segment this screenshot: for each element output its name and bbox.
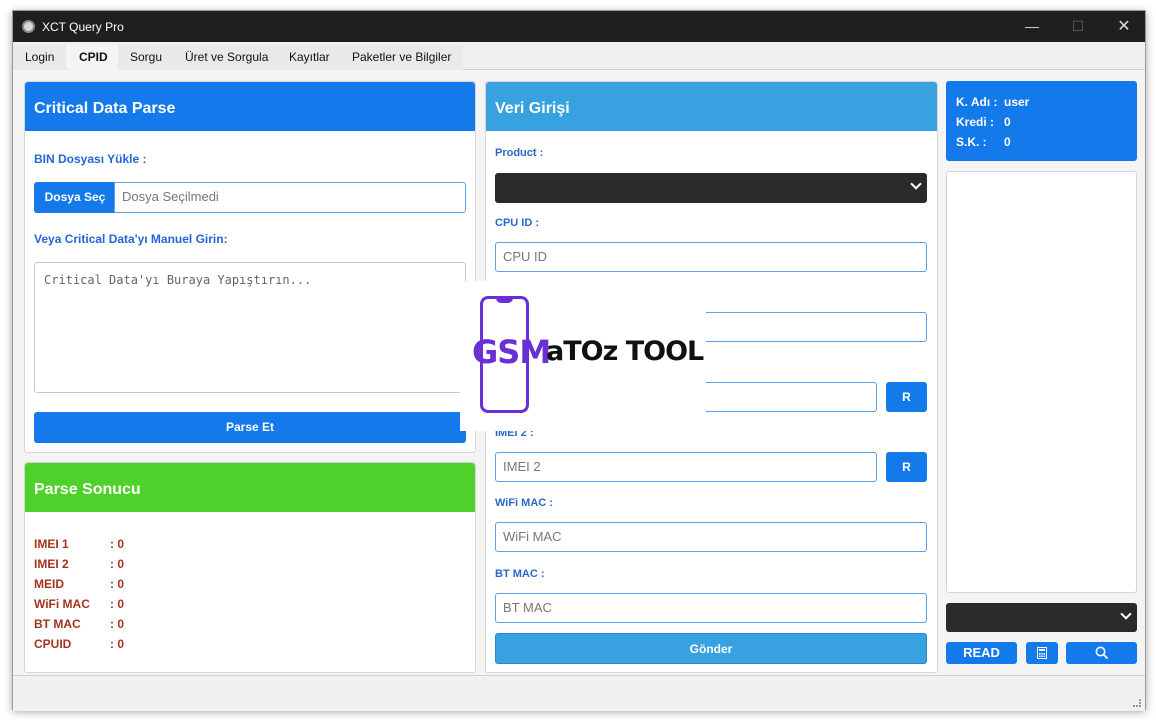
result-row-meid: MEID : 0 xyxy=(34,577,124,591)
wifi-mac-label: WiFi MAC : xyxy=(495,497,553,509)
result-key: BT MAC xyxy=(34,617,81,631)
parse-result-panel: Parse Sonucu IMEI 1 : 0 IMEI 2 : 0 MEID : 0… xyxy=(24,462,476,673)
wifi-mac-input[interactable]: WiFi MAC xyxy=(495,522,927,552)
bin-file-label: BIN Dosyası Yükle : xyxy=(34,152,147,166)
result-value: : 0 xyxy=(110,577,125,591)
regenerate-button-2[interactable]: R xyxy=(886,452,927,482)
watermark-logo: GSM aTOz TOOL xyxy=(460,281,706,431)
result-row-bt-mac: BT MAC : 0 xyxy=(34,617,124,631)
result-row-wifi-mac: WiFi MAC : 0 xyxy=(34,597,124,611)
result-value: : 0 xyxy=(110,637,125,651)
imei2-input[interactable]: IMEI 2 xyxy=(495,452,877,482)
calculator-button[interactable] xyxy=(1026,642,1058,664)
bt-mac-label: BT MAC : xyxy=(495,568,545,580)
maximize-button[interactable]: ☐ xyxy=(1055,11,1101,42)
phone-notch xyxy=(496,297,513,303)
tab-uret-ve-sorgula[interactable]: Üret ve Sorgula xyxy=(173,45,281,70)
search-button[interactable] xyxy=(1066,642,1137,664)
tab-sorgu[interactable]: Sorgu xyxy=(118,45,175,70)
app-icon xyxy=(22,20,35,33)
bt-mac-input[interactable]: BT MAC xyxy=(495,593,927,623)
window-title: XCT Query Pro xyxy=(42,20,124,34)
result-key: MEID xyxy=(34,577,64,591)
send-button[interactable]: Gönder xyxy=(495,633,927,664)
critical-data-panel: Critical Data Parse BIN Dosyası Yükle : … xyxy=(24,81,476,453)
sk-key: S.K. : xyxy=(956,135,987,149)
result-value: : 0 xyxy=(110,617,125,631)
result-key: WiFi MAC xyxy=(34,597,90,611)
watermark-tool-text: aTOz TOOL xyxy=(546,336,704,367)
status-bar xyxy=(13,675,1145,711)
file-name-field[interactable]: Dosya Seçilmedi xyxy=(114,182,466,213)
watermark-gsm-text: GSM xyxy=(472,333,551,371)
critical-data-textarea[interactable]: Critical Data'yı Buraya Yapıştırın... xyxy=(34,262,466,393)
result-key: IMEI 2 xyxy=(34,557,69,571)
regenerate-button-1[interactable]: R xyxy=(886,382,927,412)
product-select[interactable] xyxy=(495,173,927,203)
calculator-icon xyxy=(1037,647,1047,659)
cpu-id-label: CPU ID : xyxy=(495,217,539,229)
credit-key: Kredi : xyxy=(956,115,995,129)
user-info-box: K. Adı : user Kredi : 0 S.K. : 0 xyxy=(946,81,1137,161)
cpu-id-input[interactable]: CPU ID xyxy=(495,242,927,272)
result-row-imei1: IMEI 1 : 0 xyxy=(34,537,124,551)
result-value: : 0 xyxy=(110,537,125,551)
tab-paketler-ve-bilgiler[interactable]: Paketler ve Bilgiler xyxy=(340,45,464,70)
manual-input-label: Veya Critical Data'yı Manuel Girin: xyxy=(34,232,228,246)
chevron-down-icon xyxy=(1120,608,1132,620)
username-key: K. Adı : xyxy=(956,95,998,109)
credit-value: 0 xyxy=(1004,115,1011,129)
tab-bar: Login CPID Sorgu Üret ve Sorgula Kayıtla… xyxy=(13,42,1145,70)
result-row-cpuid: CPUID : 0 xyxy=(34,637,124,651)
parse-button[interactable]: Parse Et xyxy=(34,412,466,443)
minimize-button[interactable]: — xyxy=(1009,11,1055,42)
username-value: user xyxy=(1004,95,1030,109)
result-value: : 0 xyxy=(110,597,125,611)
search-icon xyxy=(1095,646,1108,660)
title-bar: XCT Query Pro — ☐ ✕ xyxy=(13,11,1145,42)
log-panel xyxy=(946,171,1137,593)
critical-data-header: Critical Data Parse xyxy=(25,82,475,131)
result-key: IMEI 1 xyxy=(34,537,69,551)
sk-row: S.K. : 0 xyxy=(956,135,1011,149)
credit-row: Kredi : 0 xyxy=(956,115,1011,129)
tab-kayitlar[interactable]: Kayıtlar xyxy=(277,45,342,70)
username-row: K. Adı : user xyxy=(956,95,1029,109)
parse-result-header: Parse Sonucu xyxy=(25,463,475,512)
tab-cpid[interactable]: CPID xyxy=(67,45,120,70)
resize-grip-icon[interactable] xyxy=(1133,699,1141,707)
product-label: Product : xyxy=(495,147,544,159)
result-value: : 0 xyxy=(110,557,125,571)
result-row-imei2: IMEI 2 : 0 xyxy=(34,557,124,571)
read-button[interactable]: READ xyxy=(946,642,1017,664)
close-button[interactable]: ✕ xyxy=(1101,11,1147,42)
sk-value: 0 xyxy=(1004,135,1011,149)
choose-file-button[interactable]: Dosya Seç xyxy=(34,182,116,213)
chevron-down-icon xyxy=(910,178,922,190)
result-key: CPUID xyxy=(34,637,72,651)
tab-login[interactable]: Login xyxy=(13,45,67,70)
data-entry-header: Veri Girişi xyxy=(486,82,937,131)
device-select[interactable] xyxy=(946,603,1137,632)
